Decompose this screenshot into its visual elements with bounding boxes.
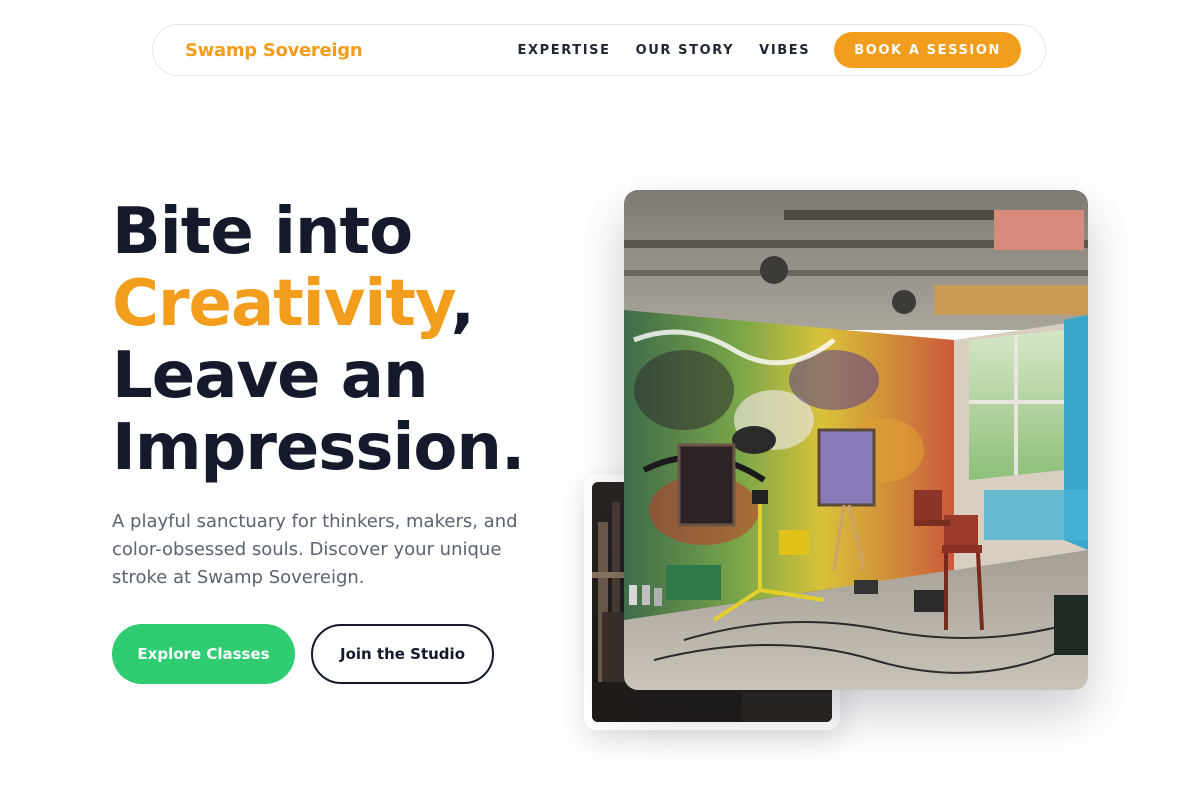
hero-title-line-2: Creativity, <box>112 268 524 340</box>
nav-link-expertise[interactable]: EXPERTISE <box>518 43 611 58</box>
nav-link-our-story[interactable]: OUR STORY <box>636 43 735 58</box>
nav-links: EXPERTISE OUR STORY VIBES BOOK A SESSION <box>493 32 1021 68</box>
nav-link-vibes[interactable]: VIBES <box>759 43 810 58</box>
top-navigation: Swamp Sovereign EXPERTISE OUR STORY VIBE… <box>152 24 1046 76</box>
hero-title-line-1: Bite into <box>112 195 413 269</box>
join-studio-button[interactable]: Join the Studio <box>311 624 494 684</box>
hero-title-accent: Creativity <box>112 267 452 341</box>
hero-subtitle: A playful sanctuary for thinkers, makers… <box>112 511 518 588</box>
hero-title: Bite into Creativity, Leave an Impressio… <box>112 195 525 485</box>
explore-classes-button[interactable]: Explore Classes <box>112 624 295 684</box>
hero-title-comma: , <box>450 267 475 341</box>
hero-title-line-4: Impression. <box>112 411 525 485</box>
main-studio-photo <box>624 190 1088 690</box>
book-session-button[interactable]: BOOK A SESSION <box>834 32 1021 68</box>
hero-title-line-3: Leave an <box>112 339 429 413</box>
brand-logo[interactable]: Swamp Sovereign <box>185 40 363 61</box>
